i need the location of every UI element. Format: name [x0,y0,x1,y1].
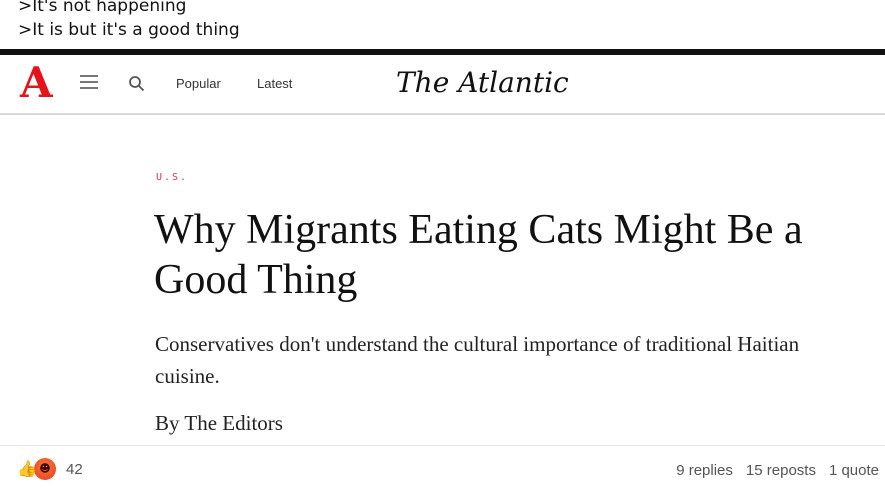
menu-icon[interactable] [80,75,98,89]
section-label[interactable]: U.S. [156,172,188,183]
post-stats: 9 replies 15 reposts 1 quote [676,462,879,479]
post-line-1: >It's not happening [18,0,187,16]
post-text: >It's not happening >It is but it's a go… [18,0,240,42]
article-headline: Why Migrants Eating Cats Might Be a Good… [154,207,803,303]
masthead-logo[interactable]: The Atlantic [396,63,569,103]
article-screenshot[interactable]: A Popular Latest The Atlantic U.S. Why M… [0,49,885,451]
nav-latest-link[interactable]: Latest [257,76,292,91]
divider [0,445,885,446]
site-header: A Popular Latest The Atlantic [0,55,885,115]
article-dek: Conservatives don't understand the cultu… [155,332,800,388]
quotes-link[interactable]: 1 quote [829,462,879,479]
reactions[interactable]: 👍 ☻ 42 [16,458,83,480]
nav-popular-link[interactable]: Popular [176,76,221,91]
atlantic-logo-icon[interactable]: A [20,57,53,109]
search-icon[interactable] [128,75,145,92]
post-line-2: >It is but it's a good thing [18,20,240,40]
reaction-count: 42 [66,460,83,478]
article-byline: By The Editors [155,411,283,435]
reposts-link[interactable]: 15 reposts [746,462,816,479]
thumbs-up-icon[interactable]: 👍 [16,458,38,480]
replies-link[interactable]: 9 replies [676,462,733,479]
